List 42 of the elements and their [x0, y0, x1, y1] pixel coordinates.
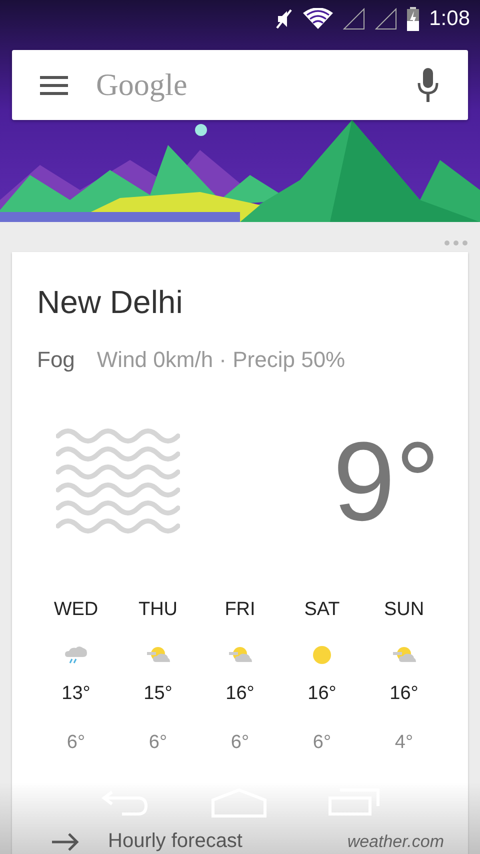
sun-icon	[312, 645, 332, 665]
home-icon[interactable]	[210, 788, 267, 818]
back-icon[interactable]	[100, 788, 150, 816]
signal-icon	[343, 8, 366, 30]
more-icon[interactable]	[444, 240, 468, 246]
microphone-icon[interactable]	[416, 68, 440, 102]
forecast-day: FRI	[224, 599, 256, 623]
high-temperature: 13°	[62, 683, 90, 705]
weather-details: Wind 0km/h · Precip 50%	[96, 347, 346, 373]
high-temperature: 16°	[390, 683, 418, 705]
high-temperature: 15°	[144, 683, 172, 705]
battery-icon	[407, 7, 420, 31]
status-time: 1:08	[429, 7, 470, 31]
city-name: New Delhi	[37, 284, 184, 321]
recent-apps-icon[interactable]	[328, 788, 380, 816]
rain-cloud-icon	[64, 646, 88, 664]
hourly-forecast-link[interactable]: Hourly forecast	[108, 830, 320, 853]
arrow-icon[interactable]	[52, 832, 80, 850]
forecast-day: THU	[138, 599, 178, 623]
source-label: weather.com	[347, 832, 444, 852]
fog-icon	[56, 428, 180, 536]
search-bar[interactable]: Google	[12, 50, 468, 120]
signal-icon	[375, 8, 398, 30]
forecast-day: WED	[54, 599, 98, 623]
low-temperature: 4°	[394, 732, 414, 754]
low-temperature: 6°	[312, 732, 332, 754]
current-temperature: 9°	[332, 426, 440, 538]
forecast-day: SUN	[384, 599, 424, 623]
forecast-day: SAT	[304, 599, 340, 623]
low-temperature: 6°	[148, 732, 168, 754]
low-temperature: 6°	[230, 732, 250, 754]
menu-icon[interactable]	[40, 75, 68, 95]
high-temperature: 16°	[308, 683, 336, 705]
wifi-icon	[303, 8, 334, 30]
sun-cloud-icon	[146, 646, 170, 664]
high-temperature: 16°	[226, 683, 254, 705]
low-temperature: 6°	[66, 732, 86, 754]
mute-icon	[275, 8, 294, 30]
sun-cloud-icon	[228, 646, 252, 664]
weather-condition: Fog	[37, 347, 75, 373]
search-logo: Google	[96, 67, 188, 103]
sun-cloud-icon	[392, 646, 416, 664]
